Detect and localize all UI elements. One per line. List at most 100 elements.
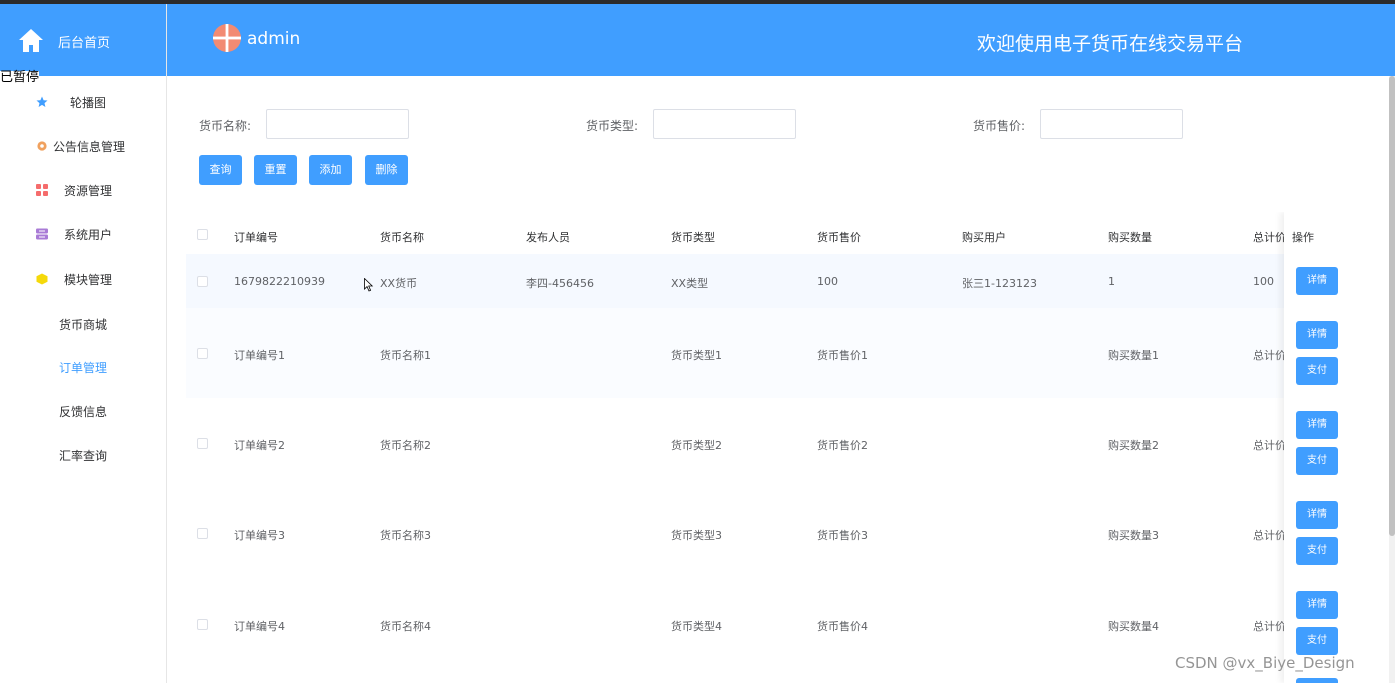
- sidebar-item-modules[interactable]: 模块管理: [0, 257, 166, 301]
- price-cell: 货币售价3: [817, 529, 868, 542]
- coin-name-input[interactable]: [266, 109, 409, 139]
- detail-button[interactable]: [1296, 678, 1338, 683]
- coin-type-cell: 货币类型4: [671, 620, 722, 633]
- total-cell: 总计价: [1253, 349, 1286, 362]
- coin-name-cell: 货币名称3: [380, 529, 431, 542]
- gear-icon: [37, 141, 47, 151]
- detail-button[interactable]: 详情: [1296, 267, 1338, 295]
- qty-cell: 购买数量1: [1108, 349, 1159, 362]
- coin-type-cell: 货币类型1: [671, 349, 722, 362]
- order-no-cell: 订单编号2: [234, 439, 285, 452]
- sidebar-home[interactable]: 后台首页: [0, 4, 166, 76]
- total-cell: 总计价: [1253, 529, 1286, 542]
- column-header: 货币类型: [671, 231, 715, 244]
- publisher-cell: 李四-456456: [526, 277, 594, 290]
- avatar[interactable]: [213, 24, 241, 52]
- pay-button[interactable]: 支付: [1296, 447, 1338, 475]
- coin-name-cell: 货币名称1: [380, 349, 431, 362]
- coin-type-input[interactable]: [653, 109, 796, 139]
- operations-column: 操作 详情 详情 支付 详情 支付 详情 支付 详情 支付: [1284, 212, 1372, 683]
- price-cell: 货币售价4: [817, 620, 868, 633]
- qty-cell: 购买数量4: [1108, 620, 1159, 633]
- detail-button[interactable]: 详情: [1296, 591, 1338, 619]
- table-header-row: 订单编号 货币名称 发布人员 货币类型 货币售价 购买用户 购买数量 总计价: [186, 212, 1372, 254]
- coin-name-cell: XX货币: [380, 277, 418, 290]
- sidebar-home-label: 后台首页: [58, 36, 111, 51]
- sidebar-item-label: 轮播图: [70, 96, 107, 110]
- sidebar-subitem-exchange-rate[interactable]: 汇率查询: [0, 441, 166, 471]
- column-header: 总计价: [1253, 231, 1286, 244]
- column-header: 发布人员: [526, 231, 570, 244]
- mouse-cursor-icon: [364, 278, 374, 292]
- cube-icon: [36, 273, 48, 285]
- detail-button[interactable]: 详情: [1296, 411, 1338, 439]
- grid-icon: [36, 184, 48, 196]
- coin-type-cell: 货币类型3: [671, 529, 722, 542]
- app-window: 后台首页 已暂停 轮播图 公告信息管理 资源管理 系统用户 模块管理 货币商城 …: [0, 0, 1395, 683]
- sidebar-item-label: 资源管理: [64, 184, 113, 198]
- delete-button[interactable]: 删除: [365, 155, 408, 185]
- price-cell: 货币售价2: [817, 439, 868, 452]
- sidebar-item-resource[interactable]: 资源管理: [0, 168, 166, 212]
- sidebar-item-label: 系统用户: [64, 228, 113, 242]
- pay-button[interactable]: 支付: [1296, 627, 1338, 655]
- row-checkbox[interactable]: [197, 438, 208, 449]
- row-checkbox[interactable]: [197, 528, 208, 539]
- top-header: admin 欢迎使用电子货币在线交易平台: [167, 4, 1395, 76]
- sidebar-subitem-coin-mall[interactable]: 货币商城: [0, 310, 166, 340]
- coin-type-label: 货币类型:: [586, 119, 639, 133]
- qty-cell: 购买数量3: [1108, 529, 1159, 542]
- column-header: 订单编号: [234, 231, 278, 244]
- row-checkbox[interactable]: [197, 276, 208, 287]
- star-icon: [36, 96, 48, 107]
- home-icon: [19, 29, 43, 52]
- detail-button[interactable]: 详情: [1296, 501, 1338, 529]
- admin-username[interactable]: admin: [247, 29, 300, 49]
- column-header: 货币售价: [817, 231, 861, 244]
- scrollbar-thumb[interactable]: [1389, 76, 1395, 536]
- order-no-cell: 订单编号1: [234, 349, 285, 362]
- pay-button[interactable]: 支付: [1296, 357, 1338, 385]
- select-all-checkbox[interactable]: [197, 229, 208, 240]
- sidebar-subitem-orders[interactable]: 订单管理: [0, 353, 166, 383]
- reset-button[interactable]: 重置: [254, 155, 297, 185]
- total-cell: 总计价: [1253, 439, 1286, 452]
- sidebar-item-label: 模块管理: [64, 273, 113, 287]
- coin-name-cell: 货币名称2: [380, 439, 431, 452]
- column-header: 购买数量: [1108, 231, 1152, 244]
- column-header-operations: 操作: [1292, 231, 1314, 244]
- coin-price-label: 货币售价:: [973, 119, 1026, 133]
- add-button[interactable]: 添加: [309, 155, 352, 185]
- coin-price-input[interactable]: [1040, 109, 1183, 139]
- column-header: 购买用户: [962, 231, 1006, 244]
- buyer-cell: 张三1-123123: [962, 277, 1037, 290]
- sidebar: 后台首页 已暂停 轮播图 公告信息管理 资源管理 系统用户 模块管理 货币商城 …: [0, 4, 167, 683]
- table-row[interactable]: 订单编号1 货币名称1 货币类型1 货币售价1 购买数量1 总计价: [186, 308, 1372, 398]
- detail-button[interactable]: 详情: [1296, 321, 1338, 349]
- total-cell: 100: [1253, 275, 1274, 288]
- query-button[interactable]: 查询: [199, 155, 242, 185]
- sidebar-item-notice[interactable]: 公告信息管理: [0, 124, 166, 168]
- row-checkbox[interactable]: [197, 619, 208, 630]
- vertical-scrollbar[interactable]: [1389, 76, 1395, 683]
- order-no-cell: 1679822210939: [234, 275, 325, 288]
- watermark: CSDN @vx_Biye_Design: [1175, 654, 1355, 672]
- coin-name-cell: 货币名称4: [380, 620, 431, 633]
- order-no-cell: 订单编号3: [234, 529, 285, 542]
- coin-name-label: 货币名称:: [199, 119, 252, 133]
- coin-type-cell: XX类型: [671, 277, 709, 290]
- total-cell: 总计价: [1253, 620, 1286, 633]
- price-cell: 货币售价1: [817, 349, 868, 362]
- table-row[interactable]: 订单编号3 货币名称3 货币类型3 货币售价3 购买数量3 总计价: [186, 488, 1372, 578]
- server-icon: [36, 228, 48, 240]
- page-title: 欢迎使用电子货币在线交易平台: [977, 33, 1244, 55]
- sidebar-item-label: 公告信息管理: [53, 140, 126, 154]
- sidebar-item-carousel[interactable]: 轮播图: [0, 80, 166, 124]
- coin-type-cell: 货币类型2: [671, 439, 722, 452]
- pay-button[interactable]: 支付: [1296, 537, 1338, 565]
- order-no-cell: 订单编号4: [234, 620, 285, 633]
- row-checkbox[interactable]: [197, 348, 208, 359]
- sidebar-item-users[interactable]: 系统用户: [0, 212, 166, 256]
- sidebar-subitem-feedback[interactable]: 反馈信息: [0, 397, 166, 427]
- table-row[interactable]: 订单编号2 货币名称2 货币类型2 货币售价2 购买数量2 总计价: [186, 398, 1372, 488]
